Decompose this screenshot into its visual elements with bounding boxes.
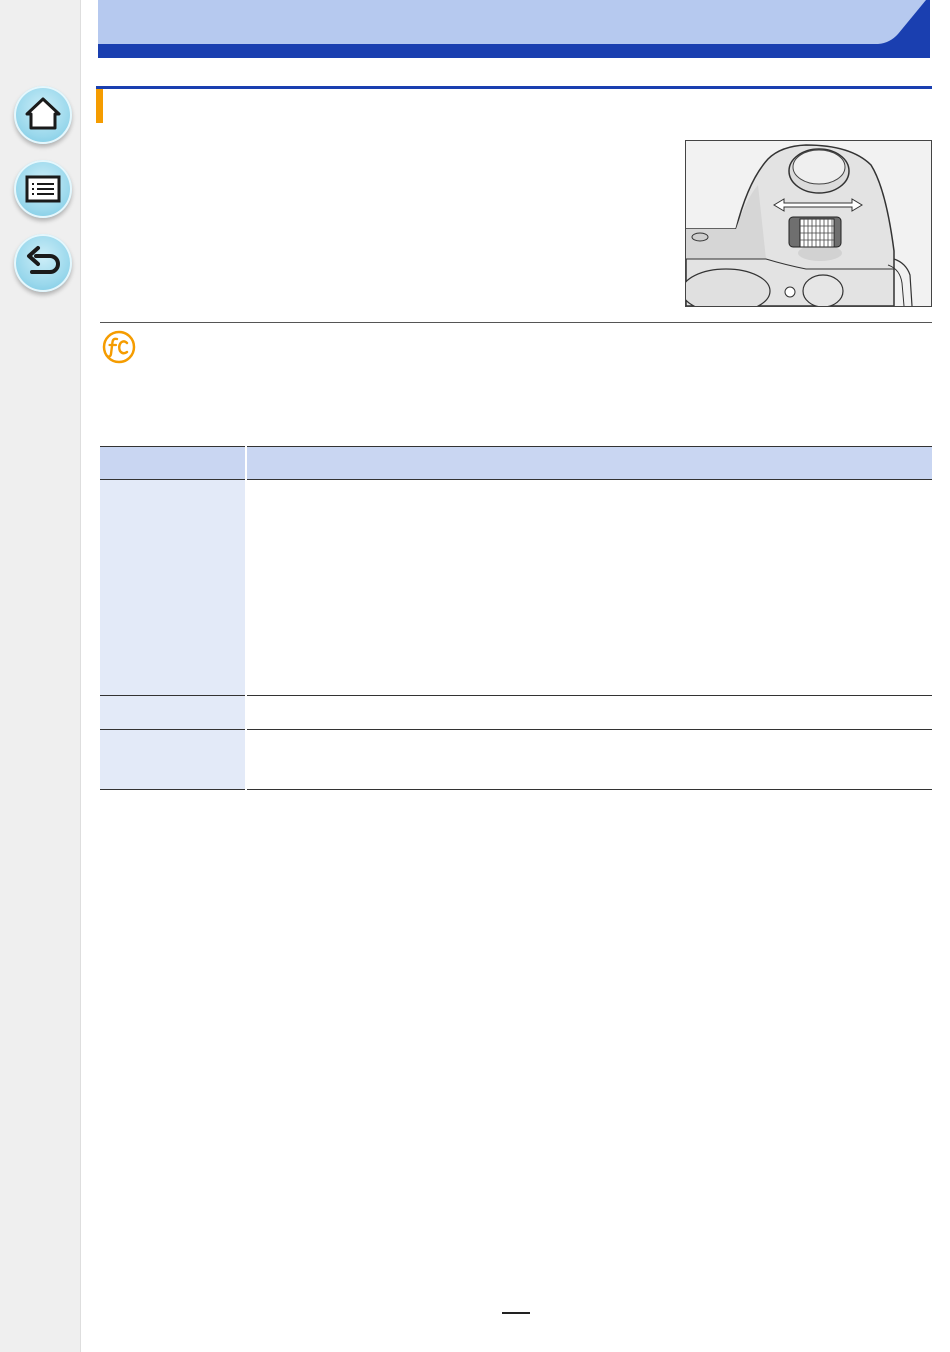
navigation-sidebar [0, 0, 81, 1352]
page-number-underline [502, 1312, 530, 1314]
table-row [100, 695, 932, 730]
camera-dial-illustration [685, 140, 932, 307]
table-row-label-cell [100, 479, 246, 696]
menu-button[interactable] [14, 160, 72, 218]
chapter-header-band [98, 0, 930, 58]
section-heading-rule [96, 86, 932, 89]
table-row-description-cell [245, 479, 932, 696]
section-heading-marker [96, 89, 103, 123]
custom-function-fc-icon [102, 330, 136, 364]
table-row-description-cell [245, 729, 932, 790]
table-header-row [100, 446, 932, 480]
table-row [100, 729, 932, 790]
home-button[interactable] [14, 86, 72, 144]
section-divider [100, 322, 932, 323]
settings-table [100, 446, 932, 790]
table-row-label-cell [100, 695, 246, 730]
table-header-cell [245, 446, 932, 480]
camera-body-drawing [686, 141, 931, 306]
menu-list-icon [25, 175, 61, 203]
return-arrow-icon [27, 246, 60, 274]
table-row [100, 479, 932, 696]
table-row-description-cell [245, 695, 932, 730]
back-button[interactable] [14, 234, 72, 292]
table-row-label-cell [100, 729, 246, 790]
home-icon [25, 97, 61, 130]
table-header-cell [100, 446, 246, 480]
